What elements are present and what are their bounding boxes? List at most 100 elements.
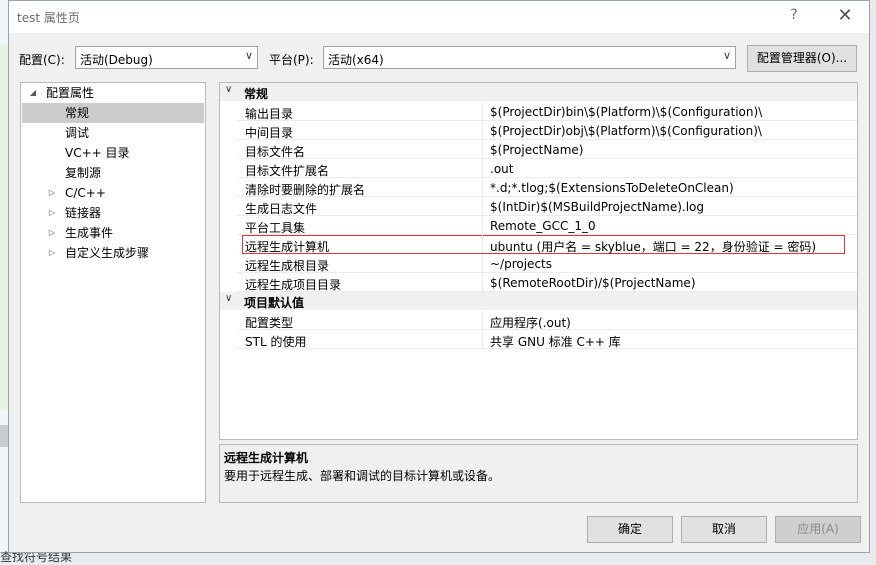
column-divider bbox=[482, 102, 483, 120]
property-name: 目标文件扩展名 bbox=[245, 164, 330, 178]
background-strip bbox=[0, 44, 8, 410]
column-divider bbox=[482, 330, 483, 348]
property-value[interactable]: $(ProjectName) bbox=[490, 143, 583, 157]
config-manager-button[interactable]: 配置管理器(O)... bbox=[747, 45, 857, 72]
property-value[interactable]: 共享 GNU 标准 C++ 库 bbox=[490, 333, 621, 350]
property-row[interactable]: STL 的使用 共享 GNU 标准 C++ 库 bbox=[237, 330, 857, 349]
property-row[interactable]: 配置类型 应用程序(.out) bbox=[237, 311, 857, 330]
column-divider bbox=[482, 273, 483, 291]
platform-label: 平台(P): bbox=[269, 53, 314, 67]
grid-gutter bbox=[220, 83, 237, 439]
description-title: 远程生成计算机 bbox=[224, 451, 309, 465]
tree-item-custom-build-step[interactable]: ▷ 自定义生成步骤 bbox=[22, 243, 204, 263]
property-row[interactable]: 中间目录 $(ProjectDir)obj\$(Platform)\$(Confi… bbox=[237, 121, 857, 140]
property-value[interactable]: $(RemoteRootDir)/$(ProjectName) bbox=[490, 276, 696, 290]
triangle-right-icon[interactable]: ▷ bbox=[46, 243, 58, 263]
chevron-down-icon: ∨ bbox=[722, 49, 731, 62]
column-divider bbox=[482, 178, 483, 196]
background-editor bbox=[0, 0, 8, 561]
triangle-down-icon[interactable]: ◢ bbox=[27, 83, 39, 103]
property-value[interactable]: 应用程序(.out) bbox=[490, 314, 571, 331]
tree-item-vc-directories[interactable]: VC++ 目录 bbox=[22, 143, 204, 163]
property-name: 目标文件名 bbox=[245, 145, 306, 159]
tree-item-debugging[interactable]: 调试 bbox=[22, 123, 204, 143]
chevron-down-icon[interactable]: ∨ bbox=[225, 293, 232, 304]
property-tree: ◢ 配置属性 常规 调试 VC++ 目录 复制源 ▷ C/C++ ▷ 链接器 ▷… bbox=[20, 82, 206, 503]
property-name: 平台工具集 bbox=[245, 221, 306, 235]
platform-value: 活动(x64) bbox=[328, 53, 384, 67]
background-bar bbox=[0, 425, 8, 447]
column-divider bbox=[482, 121, 483, 139]
tree-item-label: 常规 bbox=[65, 106, 90, 120]
property-row[interactable]: 输出目录 $(ProjectDir)bin\$(Platform)\$(Confi… bbox=[237, 102, 857, 121]
property-value[interactable]: *.d;*.tlog;$(ExtensionsToDeleteOnClean) bbox=[490, 181, 734, 195]
property-row[interactable]: 远程生成项目目录 $(RemoteRootDir)/$(ProjectName) bbox=[237, 273, 857, 292]
triangle-right-icon[interactable]: ▷ bbox=[46, 203, 58, 223]
category-title: 常规 bbox=[244, 87, 269, 101]
property-pages-dialog: test 属性页 ? ✕ 配置(C): 活动(Debug) ∨ 平台(P): 活… bbox=[8, 0, 870, 553]
column-divider bbox=[482, 311, 483, 329]
tree-root[interactable]: ◢ 配置属性 bbox=[22, 83, 204, 103]
column-divider bbox=[482, 140, 483, 158]
title-bar: test 属性页 ? ✕ bbox=[9, 1, 869, 33]
config-label: 配置(C): bbox=[19, 53, 65, 67]
tree-item-linker[interactable]: ▷ 链接器 bbox=[22, 203, 204, 223]
property-name: 远程生成根目录 bbox=[245, 259, 330, 273]
column-divider bbox=[482, 159, 483, 177]
chevron-down-icon[interactable]: ∨ bbox=[225, 84, 232, 95]
tree-item-label: VC++ 目录 bbox=[65, 146, 130, 160]
property-value[interactable]: $(ProjectDir)obj\$(Platform)\$(Configura… bbox=[490, 124, 762, 138]
apply-button[interactable]: 应用(A) bbox=[775, 516, 861, 543]
category-general[interactable]: ∨ 常规 bbox=[220, 83, 857, 101]
property-name: 输出目录 bbox=[245, 107, 294, 121]
ok-button[interactable]: 确定 bbox=[587, 516, 673, 543]
property-name: 远程生成项目目录 bbox=[245, 278, 342, 292]
tree-item-label: 自定义生成步骤 bbox=[65, 246, 150, 260]
cancel-button[interactable]: 取消 bbox=[681, 516, 767, 543]
tree-item-copy-sources[interactable]: 复制源 bbox=[22, 163, 204, 183]
property-row[interactable]: 远程生成根目录 ~/projects bbox=[237, 254, 857, 273]
config-value: 活动(Debug) bbox=[80, 53, 153, 67]
property-value[interactable]: .out bbox=[490, 162, 513, 176]
column-divider bbox=[482, 235, 483, 253]
triangle-right-icon[interactable]: ▷ bbox=[46, 223, 58, 243]
property-row[interactable]: 目标文件名 $(ProjectName) bbox=[237, 140, 857, 159]
property-row[interactable]: 目标文件扩展名 .out bbox=[237, 159, 857, 178]
tree-root-label: 配置属性 bbox=[46, 86, 95, 100]
category-title: 项目默认值 bbox=[244, 296, 305, 310]
close-icon[interactable]: ✕ bbox=[835, 5, 855, 26]
property-value[interactable]: ubuntu (用户名 = skyblue，端口 = 22，身份验证 = 密码) bbox=[490, 238, 816, 255]
tree-item-label: 链接器 bbox=[65, 206, 102, 220]
tree-item-general[interactable]: 常规 bbox=[22, 103, 204, 123]
window-title: test 属性页 bbox=[17, 11, 80, 25]
property-grid: ∨ 常规 输出目录 $(ProjectDir)bin\$(Platform)\$(… bbox=[219, 82, 858, 440]
column-divider bbox=[482, 216, 483, 234]
property-row[interactable]: 生成日志文件 $(IntDir)$(MSBuildProjectName).log bbox=[237, 197, 857, 216]
description-panel: 远程生成计算机 要用于远程生成、部署和调试的目标计算机或设备。 bbox=[219, 444, 858, 503]
property-row[interactable]: 平台工具集 Remote_GCC_1_0 bbox=[237, 216, 857, 235]
property-value[interactable]: Remote_GCC_1_0 bbox=[490, 219, 596, 233]
property-row-selected[interactable]: 远程生成计算机 ubuntu (用户名 = skyblue，端口 = 22，身份验… bbox=[242, 235, 845, 254]
platform-select[interactable]: 活动(x64) ∨ bbox=[323, 46, 736, 69]
tree-item-label: 生成事件 bbox=[65, 226, 114, 240]
property-row[interactable]: 清除时要删除的扩展名 *.d;*.tlog;$(ExtensionsToDelet… bbox=[237, 178, 857, 197]
property-name: 远程生成计算机 bbox=[245, 240, 330, 254]
tree-item-label: 复制源 bbox=[65, 166, 102, 180]
property-name: 中间目录 bbox=[245, 126, 294, 140]
tree-item-cpp[interactable]: ▷ C/C++ bbox=[22, 183, 204, 203]
column-divider bbox=[482, 197, 483, 215]
chevron-down-icon: ∨ bbox=[244, 49, 253, 62]
property-value[interactable]: $(IntDir)$(MSBuildProjectName).log bbox=[490, 200, 704, 214]
config-select[interactable]: 活动(Debug) ∨ bbox=[75, 46, 258, 69]
help-icon[interactable]: ? bbox=[785, 7, 803, 23]
tree-item-label: C/C++ bbox=[65, 186, 106, 200]
property-name: 配置类型 bbox=[245, 316, 294, 330]
category-project-defaults[interactable]: ∨ 项目默认值 bbox=[220, 292, 857, 310]
tree-item-build-events[interactable]: ▷ 生成事件 bbox=[22, 223, 204, 243]
property-name: 清除时要删除的扩展名 bbox=[245, 183, 366, 197]
property-value[interactable]: $(ProjectDir)bin\$(Platform)\$(Configura… bbox=[490, 105, 762, 119]
property-value[interactable]: ~/projects bbox=[490, 257, 552, 271]
triangle-right-icon[interactable]: ▷ bbox=[46, 183, 58, 203]
property-name: STL 的使用 bbox=[245, 335, 307, 349]
column-divider bbox=[482, 254, 483, 272]
